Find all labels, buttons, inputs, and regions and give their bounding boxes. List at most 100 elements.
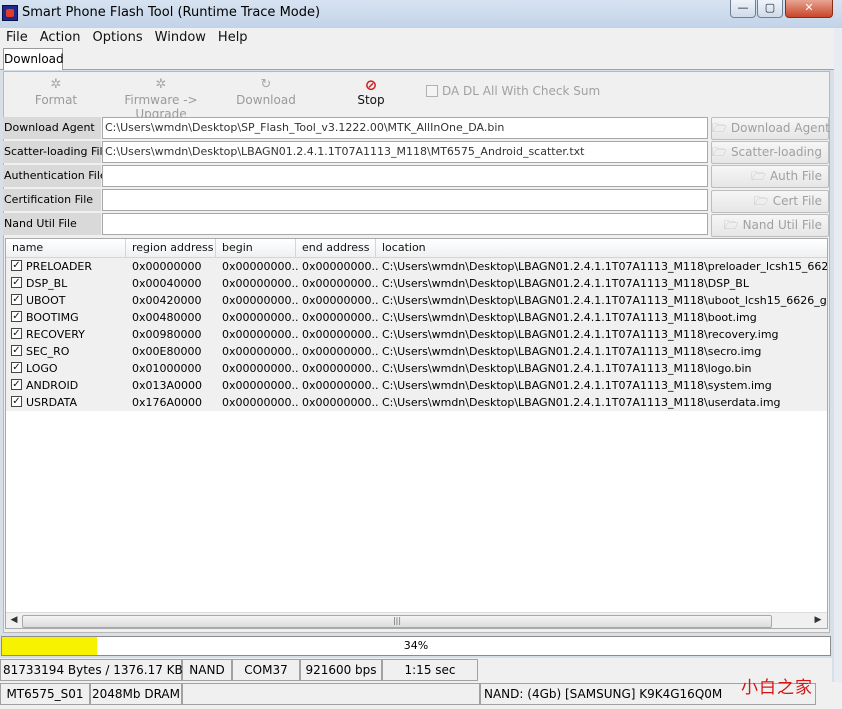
row-checkbox[interactable]: ✓ (11, 345, 22, 356)
scroll-left-arrow[interactable]: ◀ (8, 614, 20, 627)
firmware-upgrade-button[interactable]: ✲ Firmware -> Upgrade (106, 77, 216, 121)
cell-region: 0x00980000 (132, 328, 202, 341)
cell-begin: 0x00000000... (222, 362, 298, 375)
cell-begin: 0x00000000... (222, 328, 298, 341)
cell-region: 0x00040000 (132, 277, 202, 290)
cell-end: 0x00000000... (302, 396, 378, 409)
folder-icon: 🗁 (751, 169, 766, 183)
watermark-logo: 小白之家 (741, 678, 813, 698)
scatter-file-field[interactable]: C:\Users\wmdn\Desktop\LBAGN01.2.4.1.1T07… (102, 141, 708, 163)
nand-util-file-field[interactable] (102, 213, 708, 235)
tab-strip (0, 48, 834, 70)
maximize-button[interactable]: ▢ (757, 0, 783, 18)
status-empty-field (182, 683, 480, 705)
menu-file[interactable]: File (0, 28, 34, 45)
cell-begin: 0x00000000... (222, 379, 298, 392)
cell-begin: 0x00000000... (222, 260, 298, 273)
table-row[interactable]: ✓ UBOOT 0x00420000 0x00000000... 0x00000000.… (6, 292, 827, 309)
format-label: Format (34, 93, 78, 107)
table-row[interactable]: ✓ RECOVERY 0x00980000 0x00000000... 0x000000… (6, 326, 827, 343)
auth-file-button[interactable]: 🗁 Auth File (711, 165, 829, 188)
column-header-location[interactable]: location (376, 239, 827, 257)
cell-end: 0x00000000... (302, 362, 378, 375)
cert-file-button[interactable]: 🗁 Cert File (711, 190, 829, 213)
menu-options[interactable]: Options (86, 28, 148, 45)
column-header-name[interactable]: name (6, 239, 126, 257)
format-button[interactable]: ✲ Format (28, 77, 84, 111)
cell-end: 0x00000000... (302, 311, 378, 324)
stop-icon: ⊘ (364, 76, 378, 94)
table-row[interactable]: ✓ DSP_BL 0x00040000 0x00000000... 0x00000000… (6, 275, 827, 292)
download-agent-field[interactable]: C:\Users\wmdn\Desktop\SP_Flash_Tool_v3.1… (102, 117, 708, 139)
cert-file-field[interactable] (102, 189, 708, 211)
scroll-right-arrow[interactable]: ▶ (812, 614, 824, 627)
scroll-thumb[interactable]: ||| (22, 615, 772, 628)
cell-begin: 0x00000000... (222, 311, 298, 324)
row-checkbox[interactable]: ✓ (11, 379, 22, 390)
cell-end: 0x00000000... (302, 294, 378, 307)
cell-region: 0x00E80000 (132, 345, 202, 358)
row-checkbox[interactable]: ✓ (11, 294, 22, 305)
cell-name: PRELOADER (26, 260, 93, 273)
download-agent-button[interactable]: 🗁 Download Agent (711, 117, 830, 140)
tab-download[interactable]: Download (3, 48, 64, 70)
row-checkbox[interactable]: ✓ (11, 396, 22, 407)
cell-end: 0x00000000... (302, 328, 378, 341)
cell-region: 0x00480000 (132, 311, 202, 324)
cell-name: ANDROID (26, 379, 79, 392)
auth-file-field[interactable] (102, 165, 708, 187)
cell-location: C:\Users\wmdn\Desktop\LBAGN01.2.4.1.1T07… (382, 294, 827, 307)
firmware-upgrade-icon: ✲ (155, 77, 167, 92)
row-checkbox[interactable]: ✓ (11, 311, 22, 322)
cell-location: C:\Users\wmdn\Desktop\LBAGN01.2.4.1.1T07… (382, 396, 781, 409)
cell-location: C:\Users\wmdn\Desktop\LBAGN01.2.4.1.1T07… (382, 277, 749, 290)
horizontal-scrollbar[interactable]: ◀ ||| ▶ (6, 612, 827, 628)
download-agent-label: Download Agent (3, 117, 101, 139)
menu-action[interactable]: Action (34, 28, 87, 45)
table-row[interactable]: ✓ ANDROID 0x013A0000 0x00000000... 0x0000000… (6, 377, 827, 394)
table-header: name region address begin address end ad… (6, 239, 827, 272)
partition-table: name region address begin address end ad… (5, 238, 828, 629)
table-row[interactable]: ✓ BOOTIMG 0x00480000 0x00000000... 0x0000000… (6, 309, 827, 326)
row-checkbox[interactable]: ✓ (11, 260, 22, 271)
table-row[interactable]: ✓ SEC_RO 0x00E80000 0x00000000... 0x00000000… (6, 343, 827, 360)
menu-help[interactable]: Help (212, 28, 254, 45)
dram-size: 2048Mb DRAM (90, 683, 182, 705)
download-agent-button-label: Download Agent (730, 121, 830, 135)
chip-model: MT6575_S01 (0, 683, 90, 705)
cell-region: 0x013A0000 (132, 379, 203, 392)
download-button[interactable]: ↻ Download (236, 77, 296, 111)
stop-label: Stop (357, 93, 385, 107)
table-row[interactable]: ✓ LOGO 0x01000000 0x00000000... 0x00000000..… (6, 360, 827, 377)
com-port: COM37 (232, 659, 300, 681)
checksum-checkbox[interactable] (426, 85, 438, 97)
folder-icon: 🗁 (723, 218, 739, 232)
column-header-end[interactable]: end address (296, 239, 376, 257)
table-row[interactable]: ✓ PRELOADER 0x00000000 0x00000000... 0x00000… (6, 258, 827, 275)
stop-button[interactable]: ⊘ Stop (351, 77, 391, 111)
cell-name: USRDATA (26, 396, 78, 409)
minimize-button[interactable]: — (730, 0, 756, 18)
cell-name: SEC_RO (26, 345, 70, 358)
nand-util-file-button[interactable]: 🗁 Nand Util File (711, 214, 829, 237)
format-icon: ✲ (50, 77, 62, 92)
download-icon: ↻ (260, 77, 272, 92)
row-checkbox[interactable]: ✓ (11, 362, 22, 373)
table-row[interactable]: ✓ USRDATA 0x176A0000 0x00000000... 0x0000000… (6, 394, 827, 411)
column-header-region[interactable]: region address (126, 239, 216, 257)
menu-bar: File Action Options Window Help (0, 28, 834, 48)
column-header-begin[interactable]: begin address (216, 239, 296, 272)
scatter-loading-button-label: Scatter-loading (730, 145, 822, 159)
cell-end: 0x00000000... (302, 277, 378, 290)
row-checkbox[interactable]: ✓ (11, 277, 22, 288)
cell-begin: 0x00000000... (222, 294, 298, 307)
cell-location: C:\Users\wmdn\Desktop\LBAGN01.2.4.1.1T07… (382, 311, 757, 324)
close-button[interactable]: ✕ (785, 0, 833, 18)
cell-location: C:\Users\wmdn\Desktop\LBAGN01.2.4.1.1T07… (382, 260, 827, 273)
auth-file-label: Authentication File (3, 165, 107, 187)
menu-window[interactable]: Window (149, 28, 212, 45)
scatter-loading-button[interactable]: 🗁 Scatter-loading (711, 141, 829, 164)
app-icon (2, 5, 18, 21)
cell-name: DSP_BL (26, 277, 68, 290)
row-checkbox[interactable]: ✓ (11, 328, 22, 339)
